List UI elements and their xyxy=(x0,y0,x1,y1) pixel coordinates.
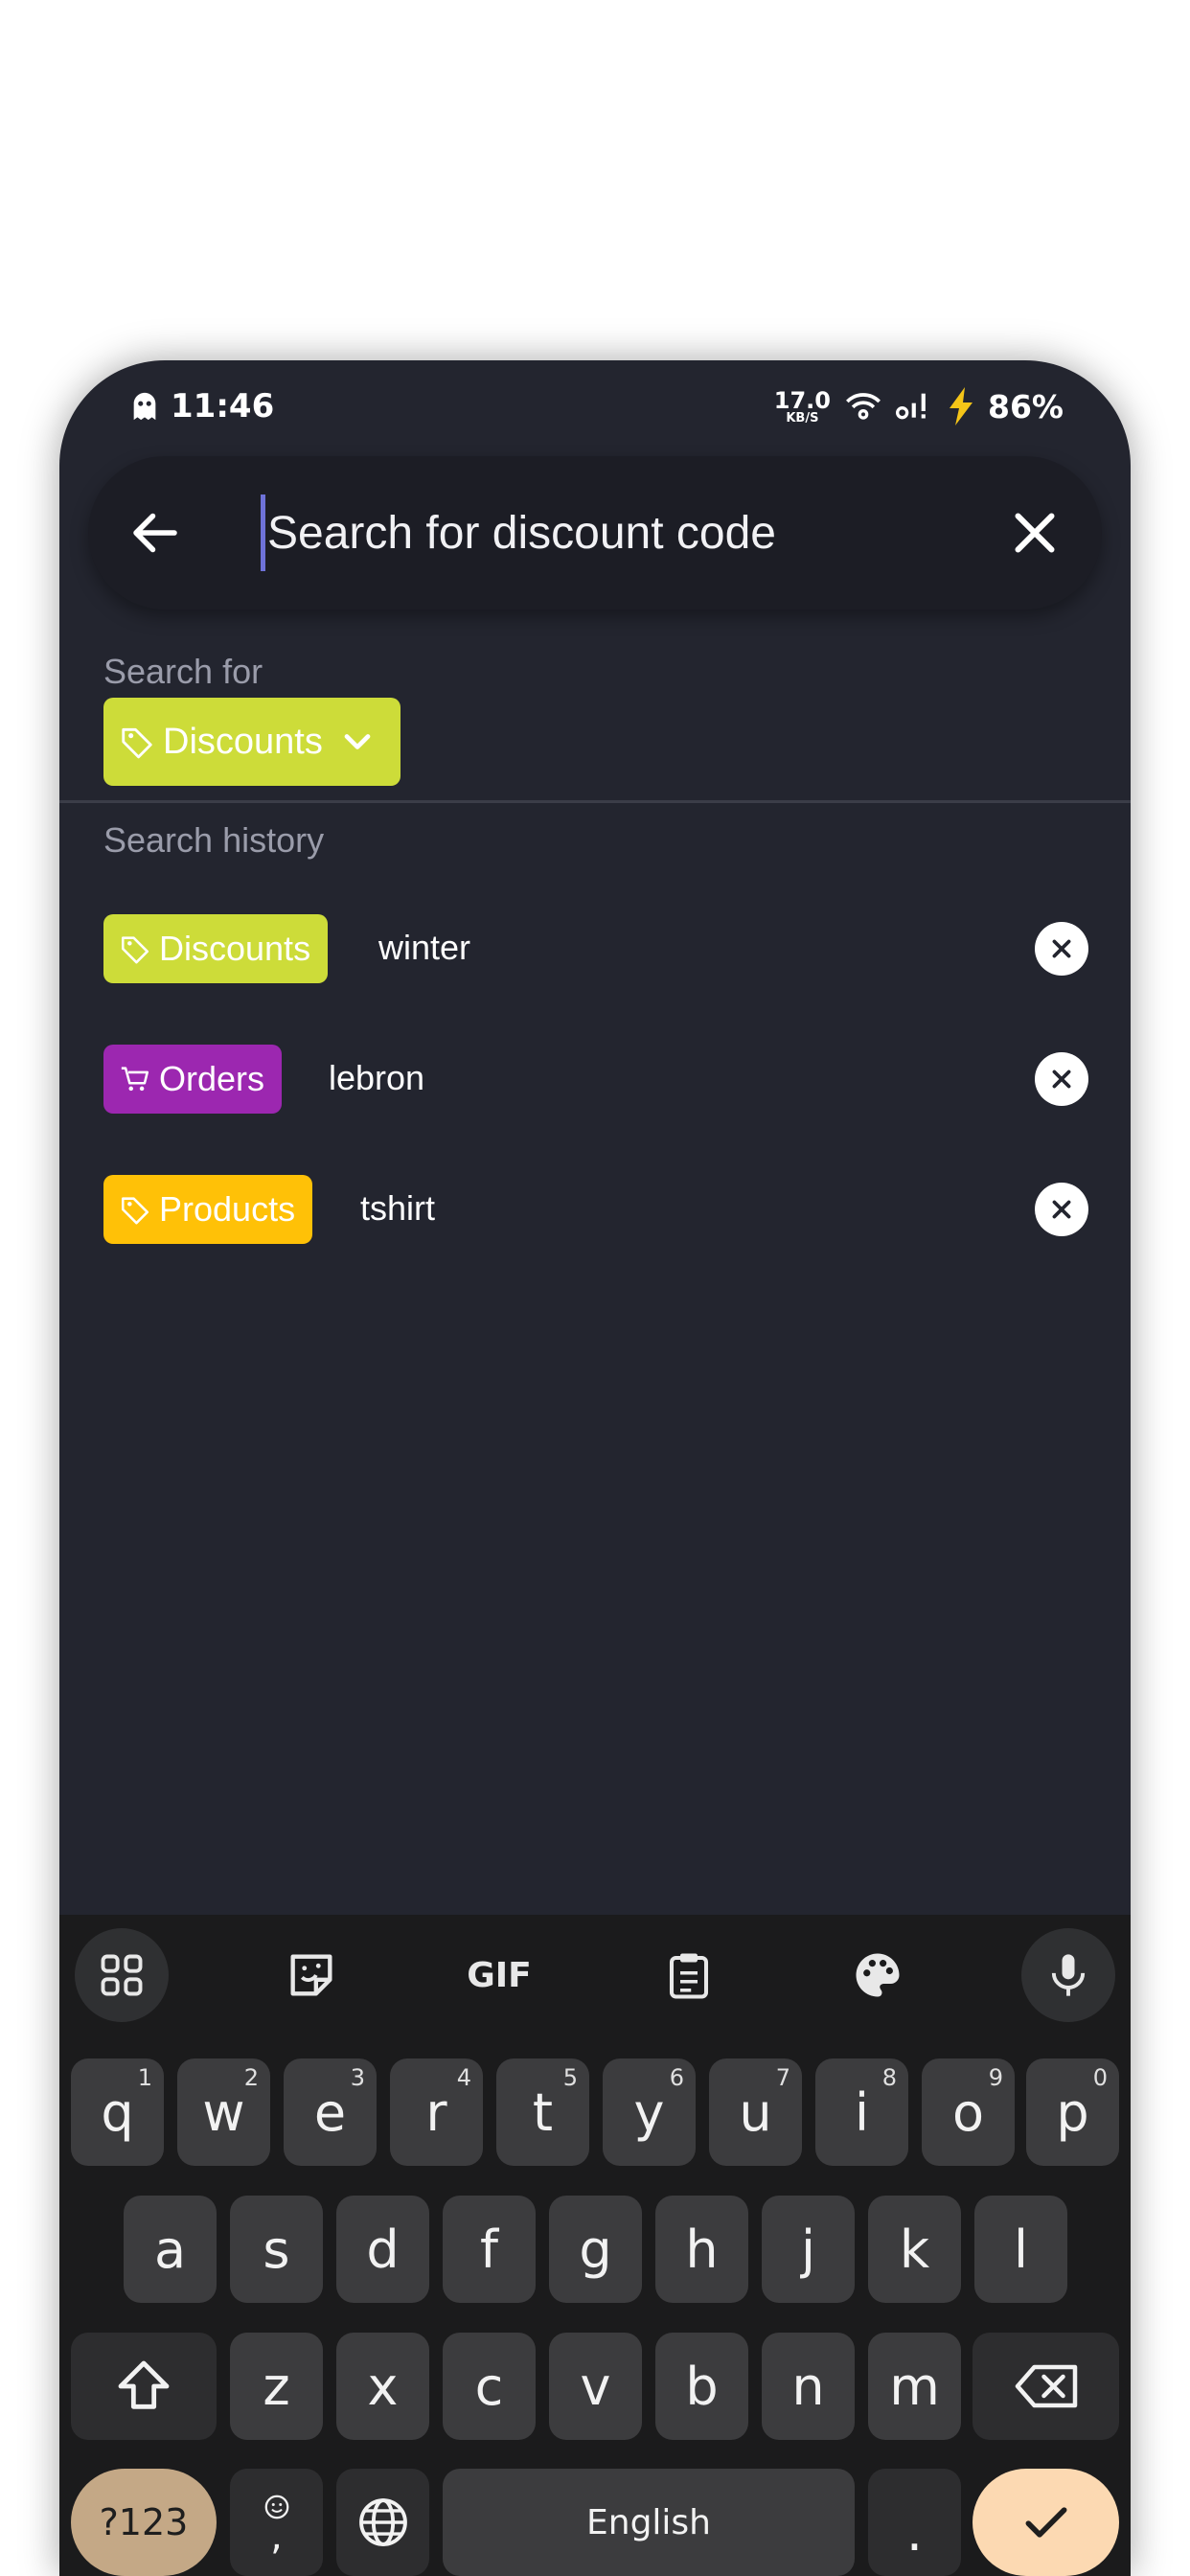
history-query: winter xyxy=(378,928,471,967)
key-z[interactable]: z xyxy=(230,2333,323,2440)
category-dropdown[interactable]: Discounts xyxy=(103,698,400,786)
history-query: lebron xyxy=(329,1058,425,1097)
sticker-icon[interactable] xyxy=(264,1928,358,2022)
search-input[interactable] xyxy=(261,494,989,571)
key-o[interactable]: o9 xyxy=(922,2058,1015,2166)
enter-key[interactable] xyxy=(973,2469,1119,2576)
key-s[interactable]: s xyxy=(230,2196,323,2303)
shift-key[interactable] xyxy=(71,2333,217,2440)
chevron-down-icon xyxy=(344,734,371,749)
wifi-icon xyxy=(846,393,881,420)
clock: 11:46 xyxy=(171,387,275,426)
key-m[interactable]: m xyxy=(868,2333,961,2440)
charging-icon xyxy=(950,387,973,426)
key-i[interactable]: i8 xyxy=(815,2058,908,2166)
key-j[interactable]: j xyxy=(762,2196,855,2303)
apps-icon[interactable] xyxy=(75,1928,169,2022)
backspace-icon xyxy=(1015,2364,1077,2408)
cart-icon xyxy=(121,1067,149,1092)
history-row[interactable]: Orders lebron xyxy=(59,1045,1131,1121)
check-icon xyxy=(1025,2507,1066,2538)
gif-button[interactable]: GIF xyxy=(452,1928,546,2022)
keyboard-toolbar: GIF xyxy=(59,1915,1131,2037)
shift-icon xyxy=(118,2360,170,2409)
key-a[interactable]: a xyxy=(124,2196,217,2303)
key-t[interactable]: t5 xyxy=(496,2058,589,2166)
key-w[interactable]: w2 xyxy=(177,2058,270,2166)
key-u[interactable]: u7 xyxy=(709,2058,802,2166)
category-chip-orders: Orders xyxy=(103,1045,283,1114)
backspace-key[interactable] xyxy=(973,2333,1119,2440)
key-n[interactable]: n xyxy=(762,2333,855,2440)
ghost-icon xyxy=(133,392,156,421)
globe-icon xyxy=(358,2498,407,2546)
close-icon xyxy=(1052,939,1071,958)
close-icon xyxy=(1052,1200,1071,1219)
search-history-label: Search history xyxy=(103,820,325,860)
category-chip-discounts: Discounts xyxy=(103,914,329,983)
signal-icon xyxy=(896,393,926,420)
history-row[interactable]: Products tshirt xyxy=(59,1175,1131,1252)
remove-history-button[interactable] xyxy=(1035,922,1088,976)
close-icon xyxy=(1052,1070,1071,1089)
network-speed: 17.0 KB/S xyxy=(773,386,831,426)
category-dropdown-label: Discounts xyxy=(163,721,323,762)
back-arrow-icon[interactable] xyxy=(126,504,184,562)
on-screen-keyboard: GIF q 1 w 2 e 3 r 4 t 5 y 6 u 7 i 8 o 9 … xyxy=(59,1915,1131,2576)
period-key[interactable]: . xyxy=(868,2469,961,2576)
key-l[interactable]: l xyxy=(974,2196,1067,2303)
clipboard-icon[interactable] xyxy=(642,1928,736,2022)
battery-level: 86% xyxy=(988,387,1064,426)
key-p[interactable]: p0 xyxy=(1026,2058,1119,2166)
search-bar xyxy=(88,456,1102,610)
key-b[interactable]: b xyxy=(655,2333,748,2440)
symbols-key[interactable]: ?123 xyxy=(71,2469,217,2576)
category-chip-products: Products xyxy=(103,1175,313,1244)
search-for-label: Search for xyxy=(103,652,263,691)
tag-icon xyxy=(121,1197,149,1225)
mic-icon[interactable] xyxy=(1021,1928,1115,2022)
key-v[interactable]: v xyxy=(549,2333,642,2440)
history-row[interactable]: Discounts winter xyxy=(59,914,1131,991)
close-icon[interactable] xyxy=(1006,504,1064,562)
key-r[interactable]: r4 xyxy=(390,2058,483,2166)
globe-key[interactable] xyxy=(336,2469,429,2576)
key-d[interactable]: d xyxy=(336,2196,429,2303)
emoji-comma-key[interactable]: , xyxy=(230,2469,323,2576)
tag-icon xyxy=(122,727,152,759)
phone-screen: 11:46 17.0 KB/S 86% Search for discount … xyxy=(59,360,1131,2576)
key-f[interactable]: f xyxy=(443,2196,536,2303)
palette-icon[interactable] xyxy=(831,1928,925,2022)
key-c[interactable]: c xyxy=(443,2333,536,2440)
key-q[interactable]: q1 xyxy=(71,2058,164,2166)
tag-icon xyxy=(121,936,149,964)
key-g[interactable]: g xyxy=(549,2196,642,2303)
remove-history-button[interactable] xyxy=(1035,1052,1088,1106)
space-bar[interactable]: English xyxy=(443,2469,855,2576)
divider xyxy=(59,800,1131,803)
history-query: tshirt xyxy=(360,1188,436,1228)
status-bar: 11:46 17.0 KB/S 86% xyxy=(59,360,1131,456)
key-y[interactable]: y6 xyxy=(603,2058,696,2166)
key-h[interactable]: h xyxy=(655,2196,748,2303)
remove-history-button[interactable] xyxy=(1035,1183,1088,1236)
key-e[interactable]: e3 xyxy=(284,2058,377,2166)
key-k[interactable]: k xyxy=(868,2196,961,2303)
key-x[interactable]: x xyxy=(336,2333,429,2440)
